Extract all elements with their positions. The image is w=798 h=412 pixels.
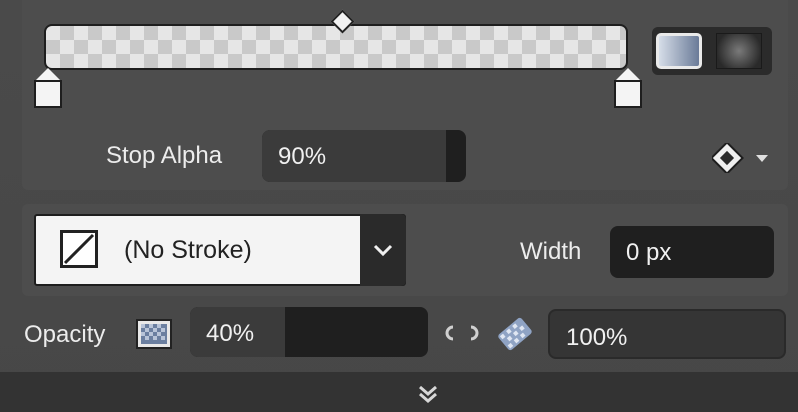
stroke-dropdown-arrow[interactable] [360, 214, 406, 286]
radial-gradient-button[interactable] [716, 33, 762, 69]
gradient-stop-left[interactable] [33, 68, 63, 108]
stroke-width-label: Width [520, 238, 582, 265]
stroke-width-value: 0 px [626, 239, 672, 266]
stop-alpha-label: Stop Alpha [106, 142, 223, 169]
panel-footer [0, 372, 798, 412]
linear-gradient-button[interactable] [656, 33, 702, 69]
expand-chevron-icon[interactable] [414, 384, 442, 404]
gradient-stop-right[interactable] [613, 68, 643, 108]
stop-pointer-icon [616, 68, 640, 80]
stop-color-box [34, 80, 62, 108]
no-stroke-swatch-icon [60, 230, 98, 268]
stop-alpha-value: 90% [278, 143, 327, 170]
stop-pointer-icon [36, 68, 60, 80]
gradient-preview-bar[interactable] [44, 24, 628, 70]
fill-opacity-value: 100% [566, 324, 628, 351]
gradient-anchor-icon[interactable] [712, 143, 774, 173]
opacity-label: Opacity [24, 321, 106, 348]
fill-opacity-icon [498, 317, 532, 351]
gradient-mode-group [652, 27, 772, 75]
opacity-field[interactable]: 40% [190, 307, 428, 357]
stroke-selected-label: (No Stroke) [124, 236, 252, 264]
opacity-checker-icon [136, 319, 172, 349]
stop-alpha-field[interactable]: 90% [262, 130, 466, 182]
fill-opacity-field[interactable]: 100% [548, 309, 786, 359]
stop-color-box [614, 80, 642, 108]
stroke-width-field[interactable]: 0 px [610, 226, 774, 278]
stroke-dropdown[interactable]: (No Stroke) [34, 214, 406, 286]
link-icon[interactable] [443, 324, 481, 342]
chevron-down-icon [373, 244, 393, 257]
opacity-value: 40% [206, 320, 255, 347]
